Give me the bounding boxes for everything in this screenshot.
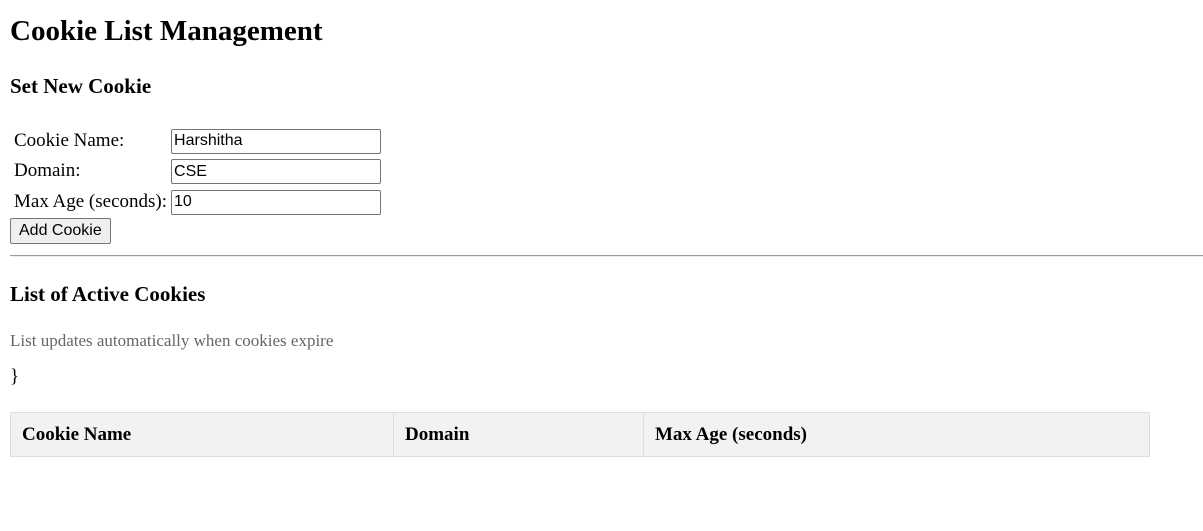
- divider: [10, 255, 1203, 257]
- cookie-name-label: Cookie Name:: [14, 129, 125, 151]
- auto-update-note: List updates automatically when cookies …: [10, 331, 334, 350]
- cookies-table: Cookie Name Domain Max Age (seconds): [10, 412, 1150, 457]
- form-row-name: Cookie Name:: [13, 126, 382, 155]
- page: Cookie List Management Set New Cookie Co…: [0, 0, 1203, 531]
- column-header-max-age: Max Age (seconds): [643, 412, 1150, 457]
- max-age-input[interactable]: [171, 189, 382, 215]
- form-row-domain: Domain:: [13, 157, 382, 186]
- cookie-form: Cookie Name: Domain: Max Age (seconds):: [11, 124, 384, 218]
- form-row-max-age: Max Age (seconds):: [13, 187, 382, 216]
- set-cookie-heading: Set New Cookie: [10, 74, 152, 98]
- table-header-row: Cookie Name Domain Max Age (seconds): [10, 412, 1150, 457]
- column-header-cookie-name: Cookie Name: [10, 412, 394, 457]
- max-age-label: Max Age (seconds):: [14, 190, 168, 212]
- cookie-name-input[interactable]: [171, 128, 382, 154]
- active-cookies-heading: List of Active Cookies: [10, 282, 206, 306]
- column-header-domain: Domain: [393, 412, 644, 457]
- page-title: Cookie List Management: [10, 15, 323, 47]
- domain-label: Domain:: [14, 160, 81, 182]
- stray-brace-text: }: [10, 366, 20, 387]
- add-cookie-button[interactable]: Add Cookie: [10, 218, 111, 244]
- domain-input[interactable]: [171, 159, 382, 184]
